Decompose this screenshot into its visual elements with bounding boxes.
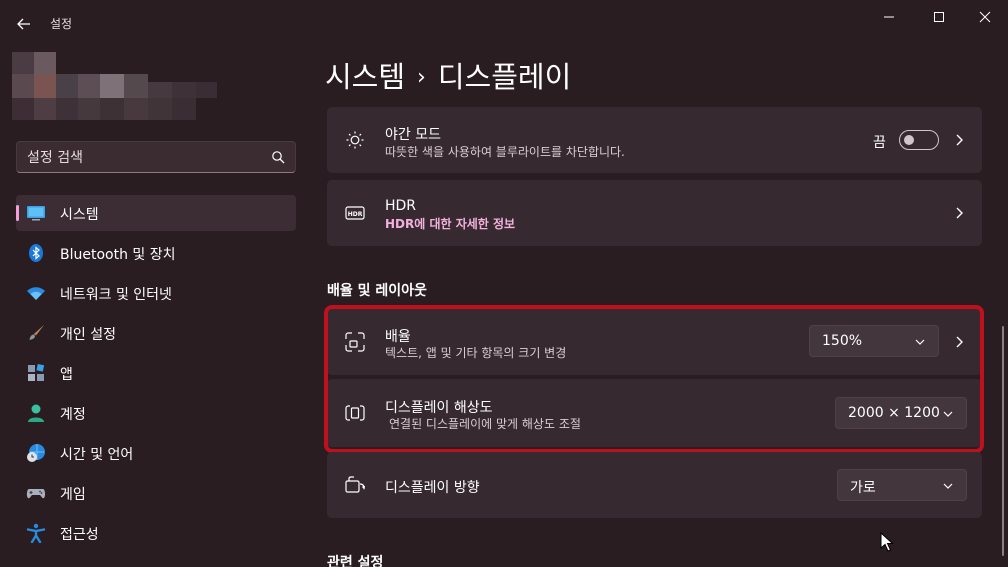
search-box[interactable] (16, 141, 296, 173)
resolution-icon (345, 405, 365, 421)
apps-icon (28, 363, 45, 381)
search-input[interactable] (27, 148, 267, 168)
section-heading-related: 관련 설정 (327, 555, 384, 567)
chevron-right-icon[interactable] (953, 133, 965, 147)
resolution-dropdown-value: 2000 × 1200 (848, 405, 940, 421)
sidebar-item-label: 계정 (60, 407, 86, 423)
close-button[interactable] (962, 6, 1008, 28)
brush-icon (29, 325, 44, 340)
section-heading-scale-layout: 배율 및 레이아웃 (327, 283, 427, 299)
breadcrumb-parent[interactable]: 시스템 (325, 60, 405, 94)
sidebar-item-accessibility[interactable]: 접근성 (16, 515, 296, 551)
sidebar-item-personalization[interactable]: 개인 설정 (16, 315, 296, 351)
sidebar-item-time-language[interactable]: 시간 및 언어 (16, 435, 296, 471)
chevron-down-icon (943, 483, 953, 489)
toggle-knob (904, 135, 914, 145)
globe-clock-icon (27, 444, 45, 462)
breadcrumb-separator: › (417, 65, 426, 90)
sidebar-item-label: Bluetooth 및 장치 (60, 247, 176, 263)
scale-dropdown-value: 150% (822, 333, 863, 349)
minimize-button[interactable] (866, 6, 912, 28)
sidebar-nav: 시스템 Bluetooth 및 장치 네트워크 및 인터넷 개인 설정 앱 계정… (16, 195, 296, 555)
night-light-description: 따뜻한 색을 사용하여 블루라이트를 차단합니다. (385, 145, 625, 159)
night-light-toggle-state: 끔 (873, 135, 886, 151)
hdr-info-link[interactable]: HDR에 대한 자세한 정보 (385, 215, 515, 232)
back-arrow-icon[interactable] (14, 14, 34, 34)
window-title: 설정 (50, 17, 73, 31)
orientation-dropdown-value: 가로 (850, 480, 876, 496)
svg-text:HDR: HDR (348, 211, 363, 218)
sidebar-item-network[interactable]: 네트워크 및 인터넷 (16, 275, 296, 311)
person-icon (28, 404, 44, 422)
wifi-icon (27, 287, 45, 300)
sidebar-item-label: 개인 설정 (60, 327, 116, 343)
sidebar-item-label: 접근성 (60, 527, 99, 543)
night-light-title: 야간 모드 (385, 127, 441, 143)
sidebar-item-label: 네트워크 및 인터넷 (60, 287, 172, 303)
orientation-title: 디스플레이 방향 (385, 480, 480, 496)
night-light-toggle[interactable] (899, 130, 939, 150)
sidebar-item-label: 앱 (60, 367, 73, 383)
orientation-dropdown[interactable]: 가로 (837, 469, 967, 501)
minimize-icon (884, 16, 894, 18)
sidebar-item-label: 게임 (60, 487, 86, 503)
scrollbar-thumb[interactable] (1002, 326, 1004, 556)
title-bar: 설정 (0, 0, 1008, 46)
search-icon[interactable] (271, 150, 285, 164)
scale-title: 배율 (385, 329, 411, 345)
brightness-icon (346, 131, 364, 149)
hdr-icon: HDR (345, 206, 365, 220)
resolution-description: 연결된 디스플레이에 맞게 해상도 조절 (389, 417, 581, 431)
maximize-icon (934, 12, 944, 22)
sidebar-item-label: 시간 및 언어 (60, 447, 134, 463)
sidebar-item-gaming[interactable]: 게임 (16, 475, 296, 511)
breadcrumb: 시스템 › 디스플레이 (325, 54, 571, 96)
gamepad-icon (26, 489, 46, 499)
sidebar-item-apps[interactable]: 앱 (16, 355, 296, 391)
bluetooth-icon (29, 244, 43, 262)
chevron-right-icon[interactable] (953, 335, 965, 349)
scale-icon (345, 332, 365, 352)
chevron-down-icon (915, 339, 925, 345)
sidebar-item-accounts[interactable]: 계정 (16, 395, 296, 431)
resolution-card[interactable]: 디스플레이 해상도 연결된 디스플레이에 맞게 해상도 조절 2000 × 12… (327, 379, 982, 447)
sidebar-item-label: 시스템 (60, 207, 99, 223)
resolution-dropdown[interactable]: 2000 × 1200 (835, 397, 967, 429)
hdr-title: HDR (385, 198, 417, 214)
night-light-card[interactable]: 야간 모드 따뜻한 색을 사용하여 블루라이트를 차단합니다. 끔 (327, 107, 982, 173)
account-avatar[interactable] (12, 52, 217, 122)
scale-dropdown[interactable]: 150% (809, 325, 939, 357)
mouse-cursor-icon (880, 532, 894, 552)
close-icon (979, 11, 991, 23)
orientation-icon (345, 476, 365, 493)
scale-card[interactable]: 배율 텍스트, 앱 및 기타 항목의 크기 변경 150% (327, 309, 982, 375)
monitor-icon (27, 206, 45, 221)
chevron-down-icon (943, 411, 953, 417)
scale-description: 텍스트, 앱 및 기타 항목의 크기 변경 (385, 346, 567, 360)
page-title: 디스플레이 (437, 60, 572, 94)
accessibility-icon (26, 523, 46, 543)
maximize-button[interactable] (916, 6, 962, 28)
resolution-title: 디스플레이 해상도 (385, 400, 493, 416)
sidebar-item-system[interactable]: 시스템 (16, 195, 296, 231)
orientation-card[interactable]: 디스플레이 방향 가로 (327, 452, 982, 518)
chevron-right-icon[interactable] (953, 206, 965, 220)
sidebar-item-bluetooth[interactable]: Bluetooth 및 장치 (16, 235, 296, 271)
hdr-card[interactable]: HDR HDR HDR에 대한 자세한 정보 (327, 180, 982, 246)
